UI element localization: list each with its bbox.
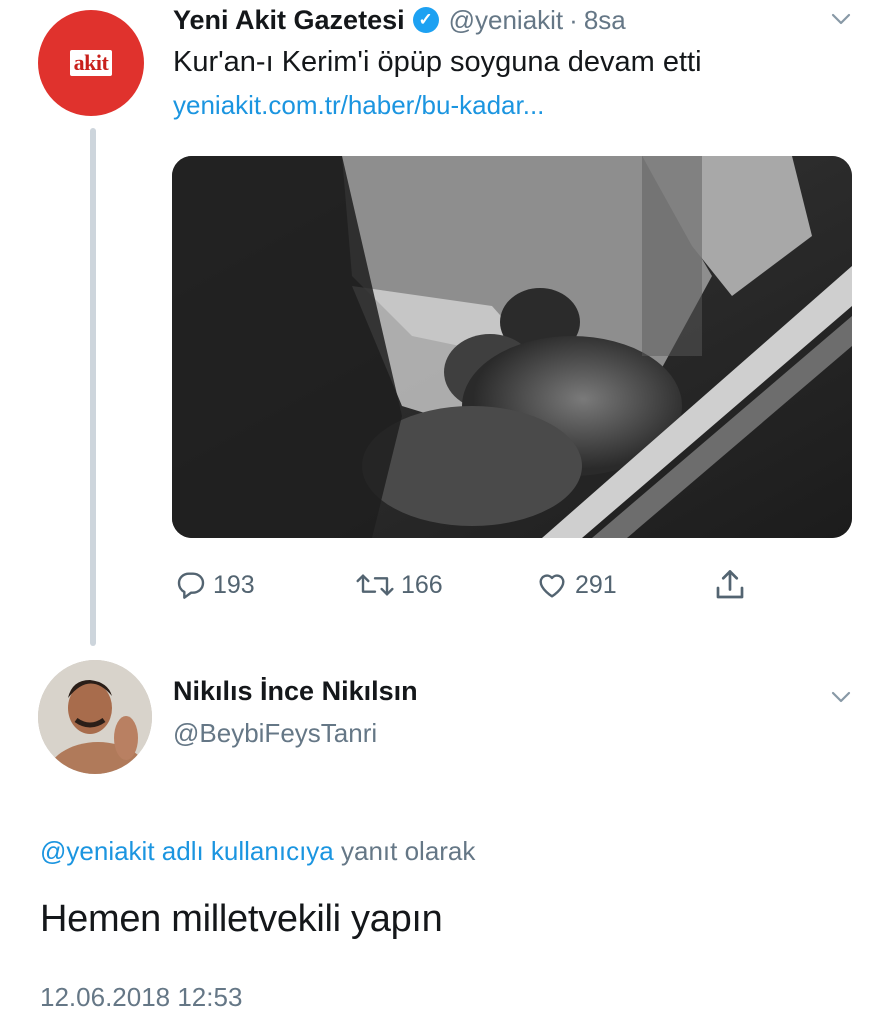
tweet-link[interactable]: yeniakit.com.tr/haber/bu-kadar... [173, 90, 544, 121]
reply-user-handle[interactable]: @BeybiFeysTanri [173, 718, 377, 749]
replying-mention[interactable]: @yeniakit adlı kullanıcıya [40, 836, 334, 866]
retweet-icon [356, 574, 394, 596]
like-count: 291 [575, 570, 617, 599]
display-name[interactable]: Yeni Akit Gazetesi [173, 5, 405, 36]
reply-text: Hemen milletvekili yapın [40, 898, 443, 940]
heart-icon [539, 574, 565, 598]
retweet-button[interactable]: 166 [355, 566, 443, 604]
thread-line [90, 128, 96, 646]
verified-badge-icon: ✓ [412, 7, 439, 33]
reply-count: 193 [213, 570, 255, 599]
avatar-beybifeystanri[interactable] [38, 660, 152, 774]
tweet-text: Kur'an-ı Kerim'i öpüp soyguna devam etti [173, 46, 702, 78]
share-button[interactable] [712, 566, 754, 604]
tweet-time[interactable]: 8sa [584, 5, 626, 36]
share-icon [716, 570, 744, 599]
tweet-header: Yeni Akit Gazetesi ✓ @yeniakit · 8sa [173, 0, 626, 40]
avatar-yeniakit[interactable]: akit [38, 10, 144, 116]
cctv-image [172, 156, 852, 538]
user-handle[interactable]: @yeniakit [449, 5, 564, 36]
separator: · [569, 4, 578, 35]
replying-to: @yeniakit adlı kullanıcıya yanıt olarak [40, 836, 475, 867]
reply-icon [177, 572, 205, 599]
reply-timestamp[interactable]: 12.06.2018 12:53 [40, 982, 242, 1013]
reply-button[interactable]: 193 [175, 566, 255, 604]
retweet-count: 166 [401, 570, 443, 599]
profile-photo [38, 660, 152, 774]
chevron-down-icon[interactable] [830, 8, 852, 30]
chevron-down-icon[interactable] [830, 686, 852, 708]
tweet-media[interactable] [172, 156, 852, 538]
like-button[interactable]: 291 [535, 566, 617, 604]
akit-logo: akit [69, 50, 113, 76]
reply-display-name[interactable]: Nikılıs İnce Nikılsın [173, 676, 418, 707]
replying-suffix: yanıt olarak [333, 836, 476, 866]
